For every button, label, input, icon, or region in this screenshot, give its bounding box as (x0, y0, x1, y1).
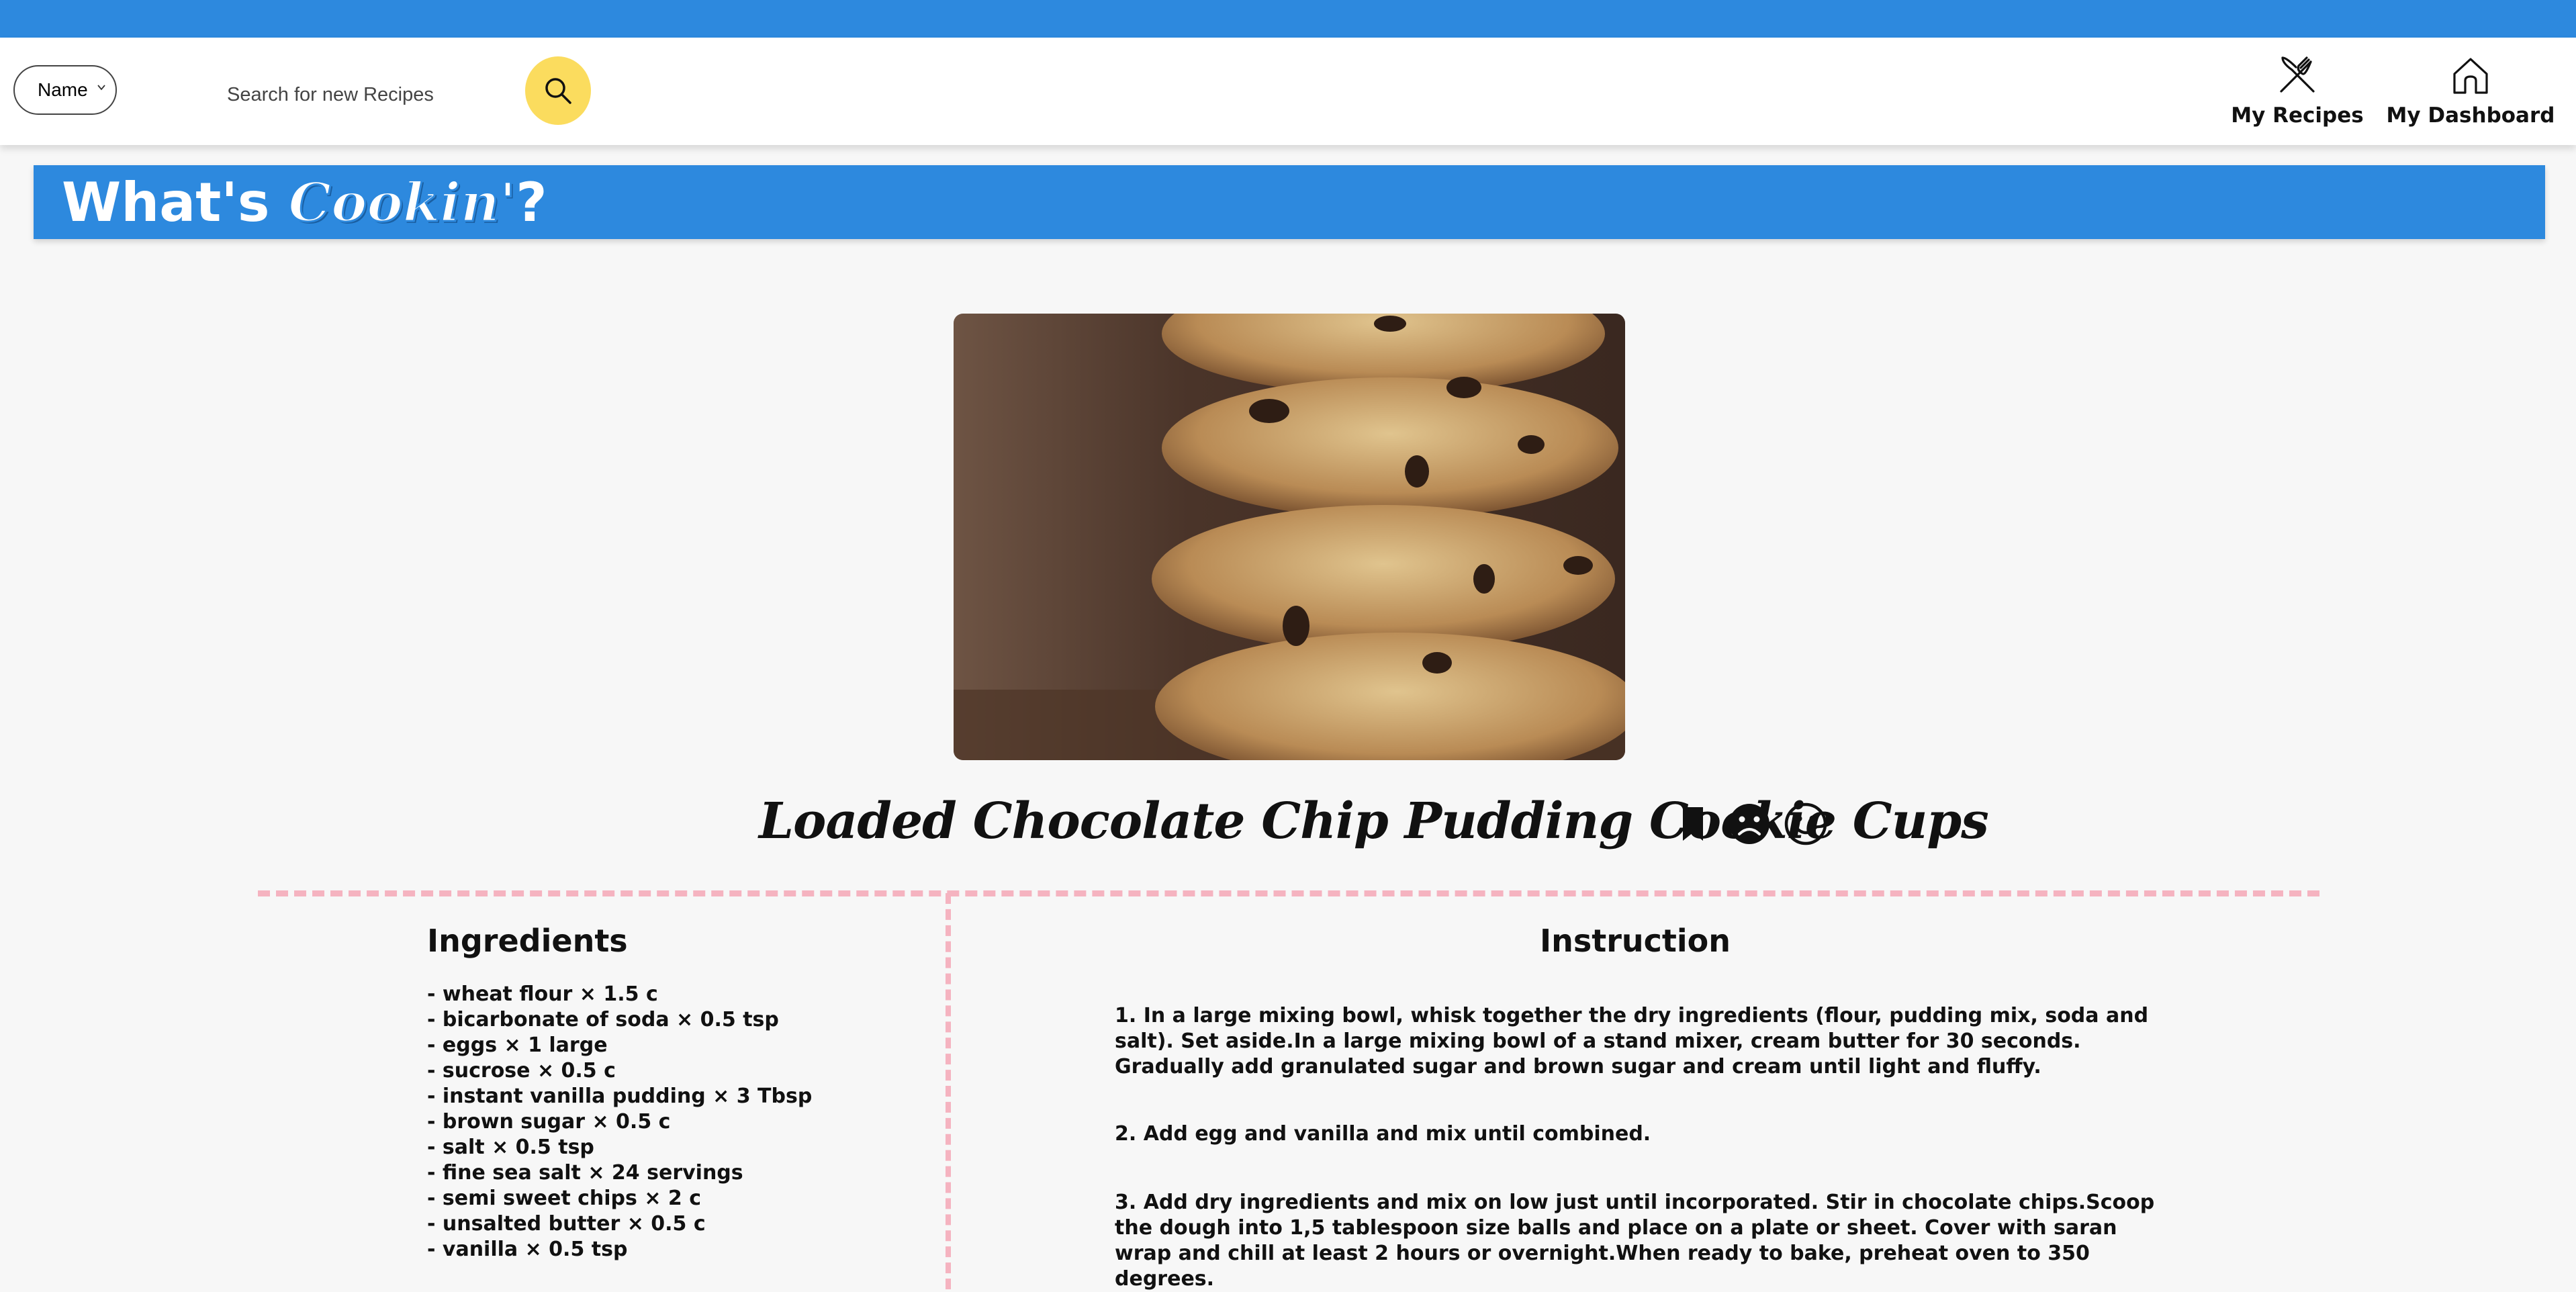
recipe-title-row: Loaded Chocolate Chip Pudding Cookie Cup… (752, 792, 1989, 860)
home-icon (2453, 58, 2488, 94)
search-type-select[interactable]: Name (13, 65, 117, 115)
instruction-step: 2. Add egg and vanilla and mix until com… (1115, 1122, 1651, 1146)
ingredient-item: - sucrose × 0.5 c (427, 1059, 616, 1082)
ingredients-list: - wheat flour × 1.5 c - bicarbonate of s… (427, 982, 924, 1262)
magnifier-icon (545, 78, 571, 104)
title-script: Cookin' (287, 170, 517, 235)
title-suffix: ? (516, 171, 547, 234)
instructions-section: Instruction 1. In a large mixing bowl, w… (1115, 923, 2162, 1292)
search-button[interactable] (525, 56, 591, 125)
ingredient-item: - eggs × 1 large (427, 1033, 608, 1057)
bookmark-icon[interactable] (1671, 802, 1715, 846)
instruction-heading: Instruction (1539, 923, 1731, 959)
site-logo-title[interactable]: What's Cookin'? (62, 170, 547, 235)
ingredient-item: - wheat flour × 1.5 c (427, 982, 658, 1006)
fork-knife-icon (2280, 56, 2315, 93)
ingredient-item: - bicarbonate of soda × 0.5 tsp (427, 1008, 779, 1031)
ingredient-item: - fine sea salt × 24 servings (427, 1161, 743, 1185)
nav-my-dashboard[interactable]: My Dashboard (2387, 54, 2555, 128)
smiley-face-icon[interactable] (1784, 802, 1828, 846)
ingredients-heading: Ingredients (427, 923, 628, 959)
site-banner: What's Cookin'? (34, 165, 2545, 239)
title-prefix: What's (62, 171, 289, 234)
ingredient-item: - brown sugar × 0.5 c (427, 1110, 671, 1134)
ingredient-item: - unsalted butter × 0.5 c (427, 1212, 706, 1236)
ingredients-section: Ingredients - wheat flour × 1.5 c - bica… (427, 923, 924, 1273)
top-accent-bar (0, 0, 2576, 38)
ingredient-item: - semi sweet chips × 2 c (427, 1187, 702, 1210)
nav-my-dashboard-label: My Dashboard (2386, 103, 2555, 128)
search-type-value: Name (38, 79, 88, 100)
instruction-step: 3. Add dry ingredients and mix on low ju… (1115, 1191, 2155, 1291)
ingredient-item: - salt × 0.5 tsp (427, 1136, 594, 1159)
ingredient-item: - vanilla × 0.5 tsp (427, 1238, 628, 1261)
section-divider-horizontal (258, 890, 2319, 896)
recipe-photo (954, 314, 1625, 760)
cookie-stack-photo (954, 314, 1625, 760)
navbar: Name My Recipes My Dashboard (0, 38, 2576, 145)
section-divider-vertical (946, 893, 951, 1289)
sad-face-icon[interactable] (1727, 802, 1772, 846)
nav-my-recipes[interactable]: My Recipes (2231, 54, 2364, 128)
search-input[interactable] (201, 78, 561, 111)
chevron-down-icon (97, 85, 105, 91)
ingredient-item: - instant vanilla pudding × 3 Tbsp (427, 1085, 813, 1108)
nav-my-recipes-label: My Recipes (2231, 103, 2364, 128)
instruction-step: 1. In a large mixing bowl, whisk togethe… (1115, 1004, 2149, 1078)
recipe-actions (1671, 802, 1828, 846)
